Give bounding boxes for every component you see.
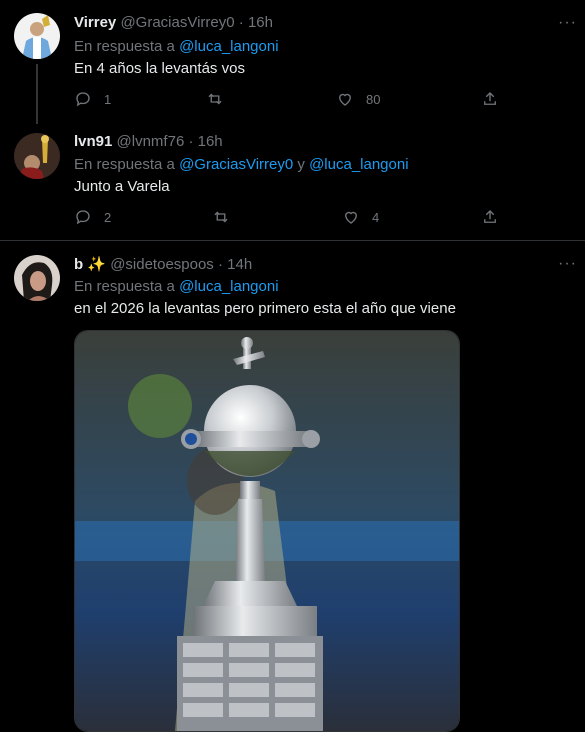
reply-context: En respuesta a @luca_langoni bbox=[74, 278, 279, 295]
avatar[interactable] bbox=[14, 133, 60, 179]
retweet-icon bbox=[208, 93, 222, 105]
share-icon bbox=[484, 92, 496, 105]
reply-icon bbox=[76, 210, 90, 225]
timestamp[interactable]: 16h bbox=[248, 14, 273, 31]
reply-count: 2 bbox=[104, 209, 112, 225]
retweet-button[interactable] bbox=[206, 90, 236, 108]
retweet-button[interactable] bbox=[212, 208, 242, 226]
tweet-header: b ✨ @sidetoespoos · 14h bbox=[74, 255, 252, 273]
tweet-image[interactable] bbox=[74, 330, 460, 732]
tweet-text: En 4 años la levantás vos bbox=[74, 60, 245, 77]
separator: · bbox=[238, 14, 244, 31]
mention-link[interactable]: @luca_langoni bbox=[179, 278, 278, 295]
reply-context: En respuesta a @GraciasVirrey0 y @luca_l… bbox=[74, 156, 409, 173]
like-count: 80 bbox=[366, 91, 381, 107]
like-count: 4 bbox=[372, 209, 380, 225]
handle[interactable]: @lvnmf76 bbox=[117, 133, 185, 150]
timestamp[interactable]: 14h bbox=[227, 256, 252, 273]
handle[interactable]: @GraciasVirrey0 bbox=[120, 14, 234, 31]
display-name[interactable]: lvn91 bbox=[74, 133, 112, 150]
mention-link[interactable]: @GraciasVirrey0 bbox=[179, 156, 293, 173]
avatar[interactable] bbox=[14, 13, 60, 59]
thread-line bbox=[36, 64, 38, 124]
mention-link[interactable]: @luca_langoni bbox=[179, 38, 278, 55]
like-button[interactable]: 80 bbox=[336, 90, 380, 108]
heart-icon bbox=[339, 93, 351, 106]
more-options-icon[interactable]: ··· bbox=[558, 14, 577, 32]
display-name[interactable]: b ✨ bbox=[74, 256, 106, 273]
reply-icon bbox=[76, 92, 90, 107]
reply-context: En respuesta a @luca_langoni bbox=[74, 38, 279, 55]
like-button[interactable]: 4 bbox=[342, 208, 379, 226]
separator: · bbox=[217, 256, 223, 273]
mention-link[interactable]: @luca_langoni bbox=[309, 156, 408, 173]
tweet-text: en el 2026 la levantas pero primero esta… bbox=[74, 300, 456, 317]
more-options-icon[interactable]: ··· bbox=[558, 255, 577, 273]
retweet-icon bbox=[214, 211, 228, 223]
heart-icon bbox=[345, 211, 357, 224]
tweet-actions: 2 4 bbox=[74, 208, 514, 228]
tweet-actions: 1 80 bbox=[74, 90, 514, 110]
share-icon bbox=[484, 210, 496, 223]
timestamp[interactable]: 16h bbox=[198, 133, 223, 150]
divider bbox=[0, 240, 585, 241]
share-button[interactable] bbox=[481, 208, 499, 226]
display-name[interactable]: Virrey bbox=[74, 14, 116, 31]
reply-count: 1 bbox=[104, 91, 112, 107]
tweet-header: Virrey @GraciasVirrey0 · 16h bbox=[74, 14, 273, 31]
avatar[interactable] bbox=[14, 255, 60, 301]
tweet-header: lvn91 @lvnmf76 · 16h bbox=[74, 133, 223, 150]
reply-button[interactable]: 1 bbox=[74, 90, 111, 108]
separator: · bbox=[188, 133, 194, 150]
tweet-text: Junto a Varela bbox=[74, 178, 170, 195]
handle[interactable]: @sidetoespoos bbox=[110, 256, 214, 273]
share-button[interactable] bbox=[481, 90, 499, 108]
reply-button[interactable]: 2 bbox=[74, 208, 111, 226]
